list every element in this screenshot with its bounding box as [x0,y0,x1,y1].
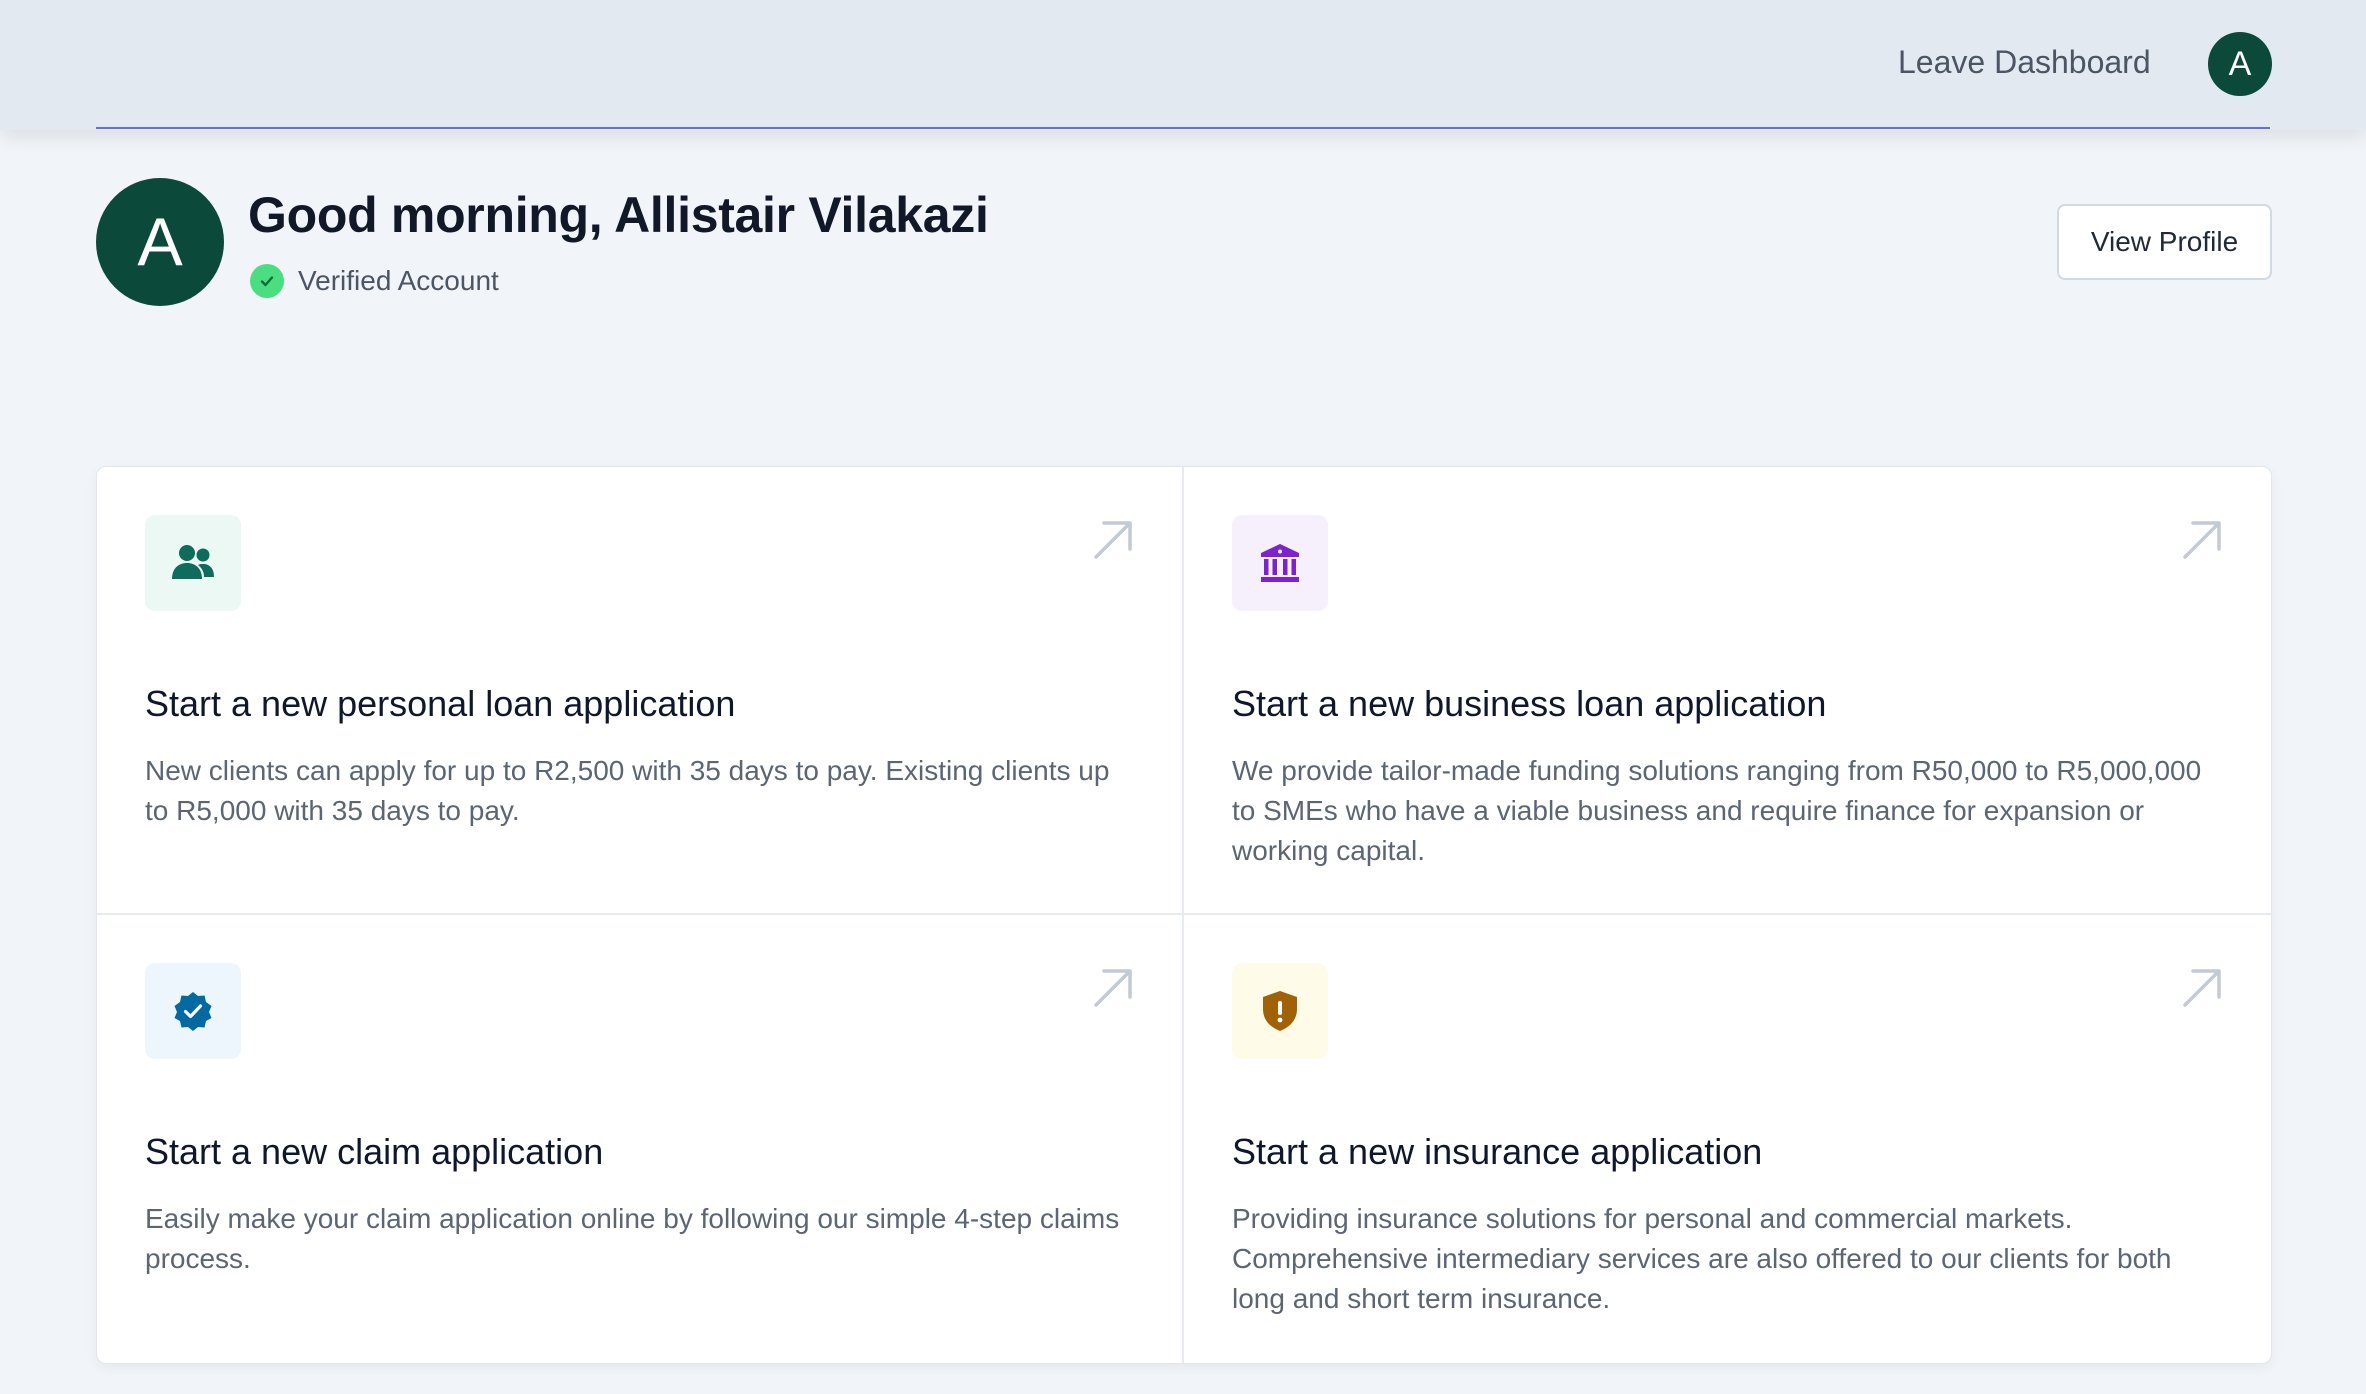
leave-dashboard-link[interactable]: Leave Dashboard [1898,44,2151,81]
verified-badge-icon [174,992,212,1031]
card-description: We provide tailor-made funding solutions… [1232,755,2202,866]
business-loan-icon-box [1232,515,1328,611]
arrow-up-right-icon [2183,969,2221,1007]
bank-icon [1261,544,1299,582]
card-description: Easily make your claim application onlin… [145,1203,1120,1274]
top-navigation-bar: Leave Dashboard A [0,0,2366,130]
card-title: Start a new business loan application [1232,683,1827,724]
card-description: Providing insurance solutions for person… [1232,1203,2172,1314]
card-description: New clients can apply for up to R2,500 w… [145,755,1110,826]
greeting-title: Good morning, Allistair Vilakazi [248,187,989,243]
personal-loan-card[interactable]: Start a new personal loan application Ne… [97,467,1184,915]
business-loan-card[interactable]: Start a new business loan application We… [1184,467,2271,915]
verified-label: Verified Account [298,265,499,296]
arrow-up-right-icon [1094,969,1132,1007]
arrow-up-right-icon [2183,521,2221,559]
arrow-up-right-icon [1094,521,1132,559]
card-title: Start a new insurance application [1232,1131,1763,1172]
view-profile-button[interactable]: View Profile [2057,204,2272,280]
insurance-card[interactable]: Start a new insurance application Provid… [1184,915,2271,1363]
claim-icon-box [145,963,241,1059]
card-title: Start a new claim application [145,1131,604,1172]
claim-card[interactable]: Start a new claim application Easily mak… [97,915,1184,1363]
card-title: Start a new personal loan application [145,683,736,724]
check-circle-icon [250,264,284,298]
profile-avatar: A [96,178,224,306]
user-avatar-menu[interactable]: A [2208,32,2272,96]
users-icon [172,545,214,579]
verified-status: Verified Account [250,264,499,298]
personal-loan-icon-box [145,515,241,611]
shield-alert-icon [1263,991,1297,1031]
application-cards-grid: Start a new personal loan application Ne… [96,466,2272,1364]
insurance-icon-box [1232,963,1328,1059]
header-divider [96,127,2270,129]
